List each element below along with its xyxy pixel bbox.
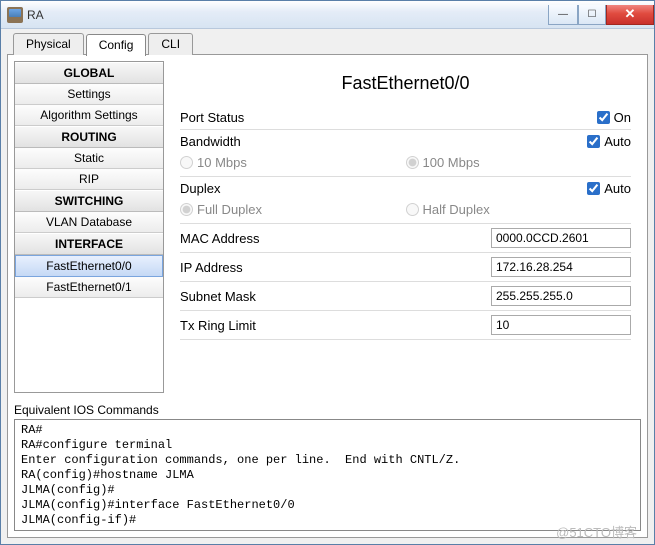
duplex-auto-label: Auto [604,181,631,196]
sidebar: GLOBAL Settings Algorithm Settings ROUTI… [14,61,164,393]
tx-ring-limit-label: Tx Ring Limit [180,318,290,333]
sidebar-item-fastethernet00[interactable]: FastEthernet0/0 [15,255,163,277]
port-status-on-label: On [614,110,631,125]
close-button[interactable]: ✕ [606,5,654,25]
sidebar-item-static[interactable]: Static [15,148,163,169]
application-window: RA — ☐ ✕ Physical Config CLI GLOBAL Sett… [0,0,655,545]
bandwidth-radio-group: 10 Mbps 100 Mbps [180,153,631,177]
mac-address-label: MAC Address [180,231,290,246]
maximize-button[interactable]: ☐ [578,5,606,25]
config-panel: GLOBAL Settings Algorithm Settings ROUTI… [7,54,648,538]
tab-cli[interactable]: CLI [148,33,193,55]
window-title: RA [27,8,548,22]
console-label: Equivalent IOS Commands [14,403,641,417]
bandwidth-auto-label: Auto [604,134,631,149]
titlebar[interactable]: RA — ☐ ✕ [1,1,654,29]
duplex-half-label: Half Duplex [423,202,490,217]
duplex-full-radio[interactable] [180,203,193,216]
sidebar-header-routing: ROUTING [15,126,163,148]
sidebar-item-algorithm-settings[interactable]: Algorithm Settings [15,105,163,126]
bandwidth-auto-checkbox[interactable] [587,135,600,148]
ip-address-field[interactable] [491,257,631,277]
bandwidth-100mbps-radio[interactable] [406,156,419,169]
mac-address-field[interactable] [491,228,631,248]
port-status-label: Port Status [180,110,290,125]
watermark: @51CTO博客 [556,522,637,541]
sidebar-item-fastethernet01[interactable]: FastEthernet0/1 [15,277,163,298]
ip-address-label: IP Address [180,260,290,275]
sidebar-item-rip[interactable]: RIP [15,169,163,190]
sidebar-header-interface: INTERFACE [15,233,163,255]
duplex-radio-group: Full Duplex Half Duplex [180,200,631,224]
sidebar-item-settings[interactable]: Settings [15,84,163,105]
ios-console[interactable]: RA# RA#configure terminal Enter configur… [14,419,641,531]
tab-config[interactable]: Config [86,34,147,56]
duplex-auto-checkbox[interactable] [587,182,600,195]
tab-physical[interactable]: Physical [13,33,84,55]
duplex-half-radio[interactable] [406,203,419,216]
sidebar-header-switching: SWITCHING [15,190,163,212]
port-status-checkbox[interactable] [597,111,610,124]
sidebar-header-global: GLOBAL [15,62,163,84]
bandwidth-label: Bandwidth [180,134,290,149]
subnet-mask-field[interactable] [491,286,631,306]
duplex-full-label: Full Duplex [197,202,262,217]
duplex-label: Duplex [180,181,290,196]
tab-bar: Physical Config CLI [7,33,648,55]
bandwidth-100mbps-label: 100 Mbps [423,155,480,170]
bandwidth-10mbps-label: 10 Mbps [197,155,247,170]
bandwidth-10mbps-radio[interactable] [180,156,193,169]
tx-ring-limit-field[interactable] [491,315,631,335]
page-title: FastEthernet0/0 [180,73,631,94]
app-icon [7,7,23,23]
subnet-mask-label: Subnet Mask [180,289,290,304]
interface-config-pane: FastEthernet0/0 Port Status On Bandwidth… [170,61,641,393]
sidebar-item-vlan-database[interactable]: VLAN Database [15,212,163,233]
minimize-button[interactable]: — [548,5,578,25]
